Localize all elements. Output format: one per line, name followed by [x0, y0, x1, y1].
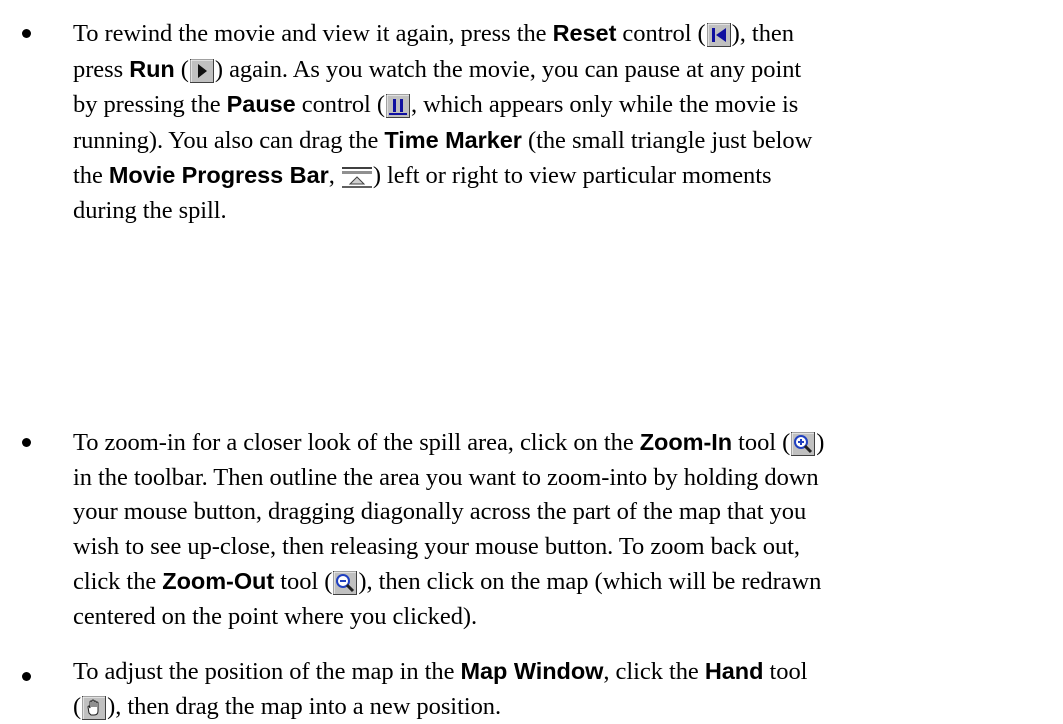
- zoom-out-icon: [333, 571, 357, 595]
- text-segment: by pressing the: [73, 91, 227, 118]
- text-segment: ) left or right to view particular momen…: [373, 162, 772, 189]
- text-line: To zoom-in for a closer look of the spil…: [73, 425, 1048, 461]
- text-segment: , click the: [603, 658, 704, 685]
- zoom-in-icon: [791, 432, 815, 456]
- term-time-marker: Time Marker: [384, 127, 521, 153]
- text-line: the Movie Progress Bar, ) left or right …: [73, 158, 1048, 194]
- text-segment: tool (: [732, 429, 790, 456]
- text-segment: (: [73, 693, 81, 720]
- bullet-icon: [22, 672, 31, 681]
- text-segment: ,: [329, 162, 341, 189]
- text-line: in the toolbar. Then outline the area yo…: [73, 461, 1048, 496]
- term-movie-progress-bar: Movie Progress Bar: [109, 162, 329, 188]
- text-segment: wish to see up-close, then releasing you…: [73, 533, 800, 560]
- bullet-icon: [22, 438, 31, 447]
- text-segment: To zoom-in for a closer look of the spil…: [73, 429, 640, 456]
- text-segment: To adjust the position of the map in the: [73, 658, 461, 685]
- text-segment: in the toolbar. Then outline the area yo…: [73, 464, 819, 491]
- text-line: wish to see up-close, then releasing you…: [73, 530, 1048, 565]
- text-line: your mouse button, dragging diagonally a…: [73, 495, 1048, 530]
- text-segment: press: [73, 56, 129, 83]
- text-segment: tool (: [274, 568, 332, 595]
- text-segment: centered on the point where you clicked)…: [73, 603, 477, 630]
- term-hand: Hand: [705, 658, 764, 684]
- term-run: Run: [129, 56, 175, 82]
- text-segment: the: [73, 162, 109, 189]
- text-segment: control (: [616, 20, 705, 47]
- text-segment: during the spill.: [73, 197, 227, 224]
- term-zoom-out: Zoom-Out: [162, 568, 274, 594]
- bullet-text: To rewind the movie and view it again, p…: [73, 16, 1048, 228]
- reset-icon: [707, 23, 731, 47]
- term-pause: Pause: [227, 91, 296, 117]
- text-segment: ) again. As you watch the movie, you can…: [215, 56, 801, 83]
- text-line: running). You also can drag the Time Mar…: [73, 123, 1048, 159]
- hand-icon: [82, 696, 106, 720]
- text-segment: , which appears only while the movie is: [411, 91, 798, 118]
- term-map-window: Map Window: [461, 658, 604, 684]
- pause-icon: [386, 94, 410, 118]
- term-zoom-in: Zoom-In: [640, 429, 732, 455]
- text-segment: running). You also can drag the: [73, 127, 384, 154]
- bullet-text: To zoom-in for a closer look of the spil…: [73, 425, 1048, 634]
- movie-progress-bar-icon: [342, 165, 372, 189]
- text-line: by pressing the Pause control ( , which a…: [73, 87, 1048, 123]
- text-line: To rewind the movie and view it again, p…: [73, 16, 1048, 52]
- bullet-text: To adjust the position of the map in the…: [73, 654, 1048, 724]
- text-line: To adjust the position of the map in the…: [73, 654, 1048, 690]
- text-segment: (the small triangle just below: [522, 127, 812, 154]
- text-line: click the Zoom-Out tool ( ), then click o…: [73, 564, 1048, 600]
- bullet-icon: [22, 29, 31, 38]
- text-line: during the spill.: [73, 194, 1048, 229]
- text-segment: ), then click on the map (which will be …: [358, 568, 821, 595]
- text-segment: To rewind the movie and view it again, p…: [73, 20, 553, 47]
- text-segment: tool: [763, 658, 807, 685]
- text-segment: click the: [73, 568, 162, 595]
- text-line: ( ), then drag the map into a new positio…: [73, 690, 1048, 724]
- term-reset: Reset: [553, 20, 617, 46]
- run-icon: [190, 59, 214, 83]
- text-segment: ), then: [732, 20, 794, 47]
- text-line: centered on the point where you clicked)…: [73, 600, 1048, 635]
- help-page: To rewind the movie and view it again, p…: [0, 0, 1063, 715]
- text-segment: your mouse button, dragging diagonally a…: [73, 498, 806, 525]
- text-segment: ): [816, 429, 824, 456]
- text-segment: control (: [296, 91, 385, 118]
- text-segment: ), then drag the map into a new position…: [107, 693, 501, 720]
- text-line: press Run ( ) again. As you watch the mov…: [73, 52, 1048, 88]
- text-segment: (: [175, 56, 189, 83]
